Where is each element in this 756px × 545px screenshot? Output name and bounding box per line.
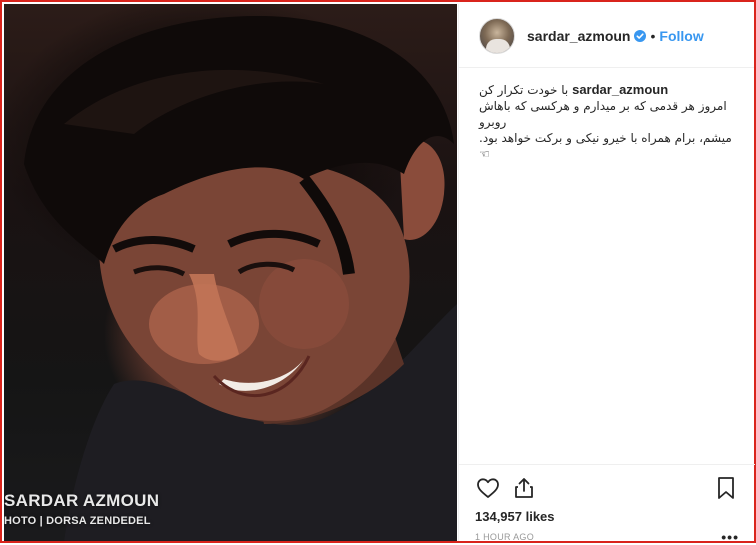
- post-header: sardar_azmoun • Follow: [459, 4, 754, 68]
- time-row: 1 HOUR AGO •••: [475, 530, 739, 544]
- save-button[interactable]: [713, 475, 739, 501]
- caption: sardar_azmoun با خودت تکرار کن امروز هر …: [479, 82, 736, 162]
- post-side-panel: sardar_azmoun • Follow sardar_azmoun با …: [458, 4, 755, 544]
- avatar[interactable]: [479, 17, 515, 54]
- watermark-name: SARDAR AZMOUN: [4, 491, 160, 510]
- likes-count[interactable]: 134,957 likes: [475, 509, 739, 524]
- caption-text-line1: با خودت تکرار کن: [479, 83, 569, 97]
- bookmark-icon: [718, 477, 734, 499]
- caption-text-line3: میشم، برام همراه با خیرو نیکی و برکت خوا…: [479, 131, 732, 161]
- action-icon-row: [475, 475, 739, 501]
- caption-first-line: sardar_azmoun با خودت تکرار کن: [479, 82, 736, 98]
- caption-username[interactable]: sardar_azmoun: [572, 82, 668, 97]
- share-button[interactable]: [511, 475, 537, 501]
- follow-button[interactable]: Follow: [659, 28, 703, 44]
- photo-watermark: SARDAR AZMOUN HOTO | DORSA ZENDEDEL: [4, 491, 159, 527]
- heart-outline-icon: [477, 478, 499, 498]
- watermark-credit: HOTO | DORSA ZENDEDEL: [4, 515, 151, 527]
- post-photo[interactable]: SARDAR AZMOUN HOTO | DORSA ZENDEDEL: [4, 4, 457, 541]
- share-icon: [515, 478, 533, 498]
- verified-badge-icon: [634, 29, 647, 42]
- screenshot-frame: SARDAR AZMOUN HOTO | DORSA ZENDEDEL sard…: [0, 0, 756, 544]
- caption-area: sardar_azmoun با خودت تکرار کن امروز هر …: [459, 68, 754, 464]
- header-username[interactable]: sardar_azmoun: [527, 28, 630, 44]
- like-button[interactable]: [475, 475, 501, 501]
- caption-text-line2: امروز هر قدمی که بر میدارم و هرکسی که با…: [479, 99, 727, 129]
- post-timestamp[interactable]: 1 HOUR AGO: [475, 532, 534, 542]
- photo-illustration: [24, 15, 457, 541]
- more-options-button[interactable]: •••: [721, 530, 739, 544]
- header-separator: •: [650, 27, 656, 44]
- post-actions: 134,957 likes 1 HOUR AGO •••: [459, 464, 755, 544]
